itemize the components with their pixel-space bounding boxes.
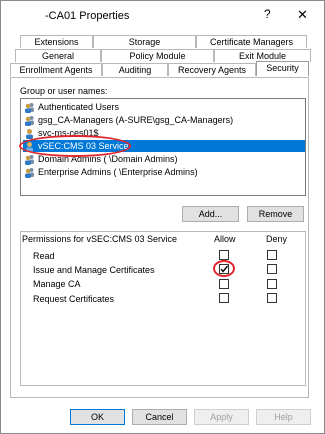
user-name: Domain Admins ( \Domain Admins) <box>38 154 178 164</box>
tab-storage[interactable]: Storage <box>93 35 196 48</box>
user-name: Enterprise Admins ( \Enterprise Admins) <box>38 167 198 177</box>
users-icon <box>25 168 34 178</box>
list-item[interactable]: Enterprise Admins ( \Enterprise Admins) <box>23 166 305 178</box>
close-icon[interactable]: ✕ <box>297 7 308 23</box>
user-name: gsg_CA-Managers (A-SURE\gsg_CA-Managers) <box>38 115 234 125</box>
deny-checkbox[interactable] <box>267 250 277 260</box>
tab-extensions[interactable]: Extensions <box>20 35 93 48</box>
dialog-title: -CA01 Properties <box>45 10 130 22</box>
tab-auditing[interactable]: Auditing <box>102 63 168 76</box>
checkmark-icon <box>220 265 229 273</box>
group-users-label: Group or user names: <box>20 86 108 96</box>
deny-checkbox[interactable] <box>267 293 277 303</box>
tab-enrollment-agents[interactable]: Enrollment Agents <box>10 63 102 76</box>
remove-button[interactable]: Remove <box>247 206 304 222</box>
allow-checkbox-checked[interactable] <box>219 264 229 274</box>
cancel-button[interactable]: Cancel <box>132 409 187 425</box>
deny-checkbox[interactable] <box>267 264 277 274</box>
deny-checkbox[interactable] <box>267 279 277 289</box>
tab-general[interactable]: General <box>15 49 101 62</box>
list-item[interactable]: Domain Admins ( \Domain Admins) <box>23 153 305 165</box>
allow-checkbox[interactable] <box>219 279 229 289</box>
user-icon <box>26 142 33 152</box>
properties-dialog: -CA01 Properties ? ✕ Extensions Storage … <box>0 0 325 434</box>
permissions-label: Permissions for vSEC:CMS 03 Service <box>22 234 178 244</box>
help-button[interactable]: Help <box>256 409 311 425</box>
users-listbox[interactable]: Authenticated Users gsg_CA-Managers (A-S… <box>20 98 306 196</box>
tab-recovery-agents[interactable]: Recovery Agents <box>168 63 256 76</box>
user-icon <box>26 129 33 139</box>
user-name: svc-ms-ces01$ <box>38 128 99 138</box>
tab-policy-module[interactable]: Policy Module <box>101 49 214 62</box>
permission-name: Issue and Manage Certificates <box>33 265 155 275</box>
list-item[interactable]: Authenticated Users <box>23 101 305 113</box>
allow-checkbox[interactable] <box>219 250 229 260</box>
apply-button[interactable]: Apply <box>194 409 249 425</box>
users-icon <box>25 103 34 113</box>
permissions-box <box>20 231 306 386</box>
permission-name: Manage CA <box>33 279 81 289</box>
tab-certificate-managers[interactable]: Certificate Managers <box>196 35 307 48</box>
deny-header: Deny <box>266 234 288 244</box>
allow-checkbox[interactable] <box>219 293 229 303</box>
users-icon <box>25 155 34 165</box>
user-name: Authenticated Users <box>38 102 120 112</box>
tab-security[interactable]: Security <box>256 61 309 76</box>
users-icon <box>25 116 34 126</box>
add-button[interactable]: Add... <box>182 206 239 222</box>
list-item[interactable]: svc-ms-ces01$ <box>23 127 305 139</box>
permission-name: Read <box>33 251 55 261</box>
ok-button[interactable]: OK <box>70 409 125 425</box>
help-icon[interactable]: ? <box>264 7 271 21</box>
user-name: vSEC:CMS 03 Service <box>38 141 129 151</box>
permission-name: Request Certificates <box>33 294 115 304</box>
list-item[interactable]: gsg_CA-Managers (A-SURE\gsg_CA-Managers) <box>23 114 305 126</box>
allow-header: Allow <box>214 234 236 244</box>
list-item-selected[interactable]: vSEC:CMS 03 Service <box>23 140 305 152</box>
